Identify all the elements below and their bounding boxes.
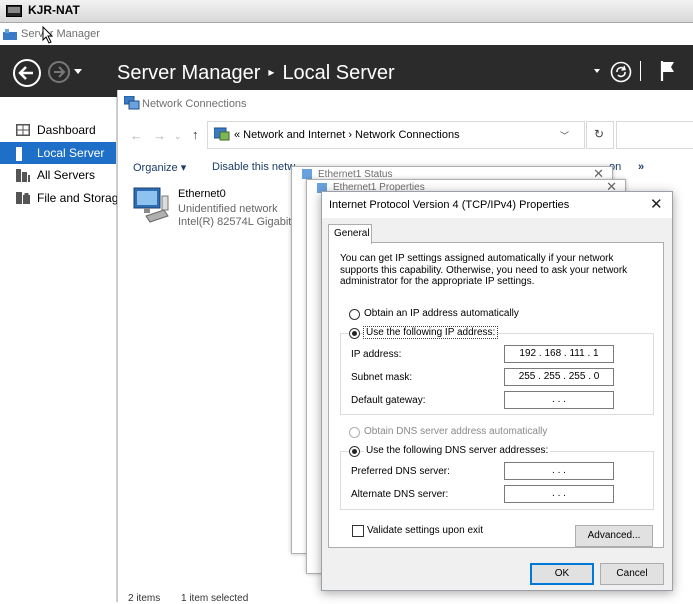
nc-up-arrow-icon[interactable]: ↑ xyxy=(192,127,199,142)
sidebar: Dashboard Local Server All Servers File … xyxy=(0,97,119,602)
sidebar-item-label: Local Server xyxy=(37,146,105,160)
server-manager-window-title: Server Manager xyxy=(21,28,100,40)
use-following-dns-radio[interactable] xyxy=(349,446,360,457)
refresh-icon[interactable] xyxy=(610,61,632,83)
status-selection: 1 item selected xyxy=(181,593,249,604)
breadcrumb-separator: ▸ xyxy=(268,65,275,79)
notifications-dropdown-icon[interactable] xyxy=(594,69,600,73)
sidebar-item-all-servers[interactable]: All Servers xyxy=(0,164,116,186)
obtain-ip-auto-radio[interactable] xyxy=(349,309,360,320)
validate-settings-checkbox[interactable] xyxy=(352,525,364,537)
history-dropdown-icon[interactable] xyxy=(74,69,82,74)
sidebar-item-label: All Servers xyxy=(37,168,96,182)
alternate-dns-field[interactable]: . . . xyxy=(504,485,614,503)
use-following-ip-label[interactable]: Use the following IP address: xyxy=(362,326,499,339)
nc-recent-dropdown-icon[interactable]: ⌄ xyxy=(174,131,182,142)
dashboard-icon xyxy=(16,124,30,136)
cancel-button[interactable]: Cancel xyxy=(600,563,664,585)
dialog-title-bar: Internet Protocol Version 4 (TCP/IPv4) P… xyxy=(322,192,672,218)
use-following-dns-label[interactable]: Use the following DNS server addresses: xyxy=(364,445,551,456)
dialog-title: Internet Protocol Version 4 (TCP/IPv4) P… xyxy=(329,199,570,211)
all-servers-icon xyxy=(16,169,30,182)
vm-title-bar: KJR-NAT xyxy=(0,0,693,23)
default-gateway-field[interactable]: . . . xyxy=(504,391,614,409)
notifications-flag-icon[interactable] xyxy=(660,60,676,82)
organize-menu-button[interactable]: Organize ▾ xyxy=(133,161,186,174)
sidebar-item-label: Dashboard xyxy=(37,123,96,137)
sidebar-item-file-storage[interactable]: File and Storag xyxy=(0,187,119,209)
adapter-name: Ethernet0 xyxy=(178,188,226,200)
obtain-dns-auto-radio xyxy=(349,427,360,438)
breadcrumb: Server Manager ▸ Local Server xyxy=(117,62,395,85)
network-connections-icon xyxy=(124,96,140,110)
address-dropdown-icon[interactable]: ﹀ xyxy=(560,129,569,142)
vm-console-icon xyxy=(6,5,22,17)
toolbar-overflow-button[interactable]: » xyxy=(638,161,644,173)
tab-general[interactable]: General xyxy=(328,224,372,244)
dialog-close-icon[interactable]: ✕ xyxy=(650,195,663,213)
status-dialog-icon xyxy=(302,169,312,179)
header-divider xyxy=(640,61,641,81)
server-manager-caption: Server Manager xyxy=(0,23,693,46)
general-tab-panel: You can get IP settings assigned automat… xyxy=(328,242,664,548)
network-adapter-icon xyxy=(132,186,172,226)
obtain-dns-auto-label: Obtain DNS server address automatically xyxy=(364,426,548,437)
alternate-dns-label: Alternate DNS server: xyxy=(351,489,449,500)
preferred-dns-field[interactable]: . . . xyxy=(504,462,614,480)
adapter-device: Intel(R) 82574L Gigabit N xyxy=(178,216,303,228)
subnet-mask-field[interactable]: 255 . 255 . 255 . 0 xyxy=(504,368,614,386)
nc-back-arrow-icon[interactable]: ← xyxy=(130,128,143,143)
ipv4-properties-dialog: Internet Protocol Version 4 (TCP/IPv4) P… xyxy=(321,191,673,591)
server-manager-app-icon xyxy=(3,29,17,40)
advanced-button[interactable]: Advanced... xyxy=(575,525,653,547)
validate-settings-label[interactable]: Validate settings upon exit xyxy=(367,525,483,536)
sidebar-item-local-server[interactable]: Local Server xyxy=(0,142,116,164)
network-connections-title: Network Connections xyxy=(142,98,247,110)
search-input[interactable] xyxy=(616,121,693,149)
control-panel-icon xyxy=(214,127,230,141)
nc-forward-arrow-icon[interactable]: → xyxy=(153,128,166,143)
refresh-address-button[interactable]: ↻ xyxy=(586,121,614,149)
mouse-cursor-icon xyxy=(42,26,54,44)
back-button[interactable] xyxy=(12,58,42,88)
ip-address-label: IP address: xyxy=(351,349,402,360)
file-storage-icon xyxy=(16,192,30,204)
address-bar[interactable]: « Network and Internet › Network Connect… xyxy=(207,121,585,149)
breadcrumb-current: Local Server xyxy=(282,62,395,84)
obtain-ip-auto-label[interactable]: Obtain an IP address automatically xyxy=(364,308,519,319)
use-following-ip-radio[interactable] xyxy=(349,328,360,339)
ok-button[interactable]: OK xyxy=(530,563,594,585)
address-path: « Network and Internet › Network Connect… xyxy=(234,129,460,141)
nc-refresh-icon: ↻ xyxy=(594,127,605,141)
forward-button[interactable] xyxy=(47,60,71,84)
ip-address-field[interactable]: 192 . 168 . 111 . 1 xyxy=(504,345,614,363)
adapter-status: Unidentified network xyxy=(178,203,278,215)
breadcrumb-root: Server Manager xyxy=(117,62,261,84)
status-item-count: 2 items xyxy=(128,593,161,604)
preferred-dns-label: Preferred DNS server: xyxy=(351,466,450,477)
tab-general-label: General xyxy=(334,228,370,239)
list-item-ethernet0[interactable]: Ethernet0 Unidentified network Intel(R) … xyxy=(132,186,302,228)
vm-title: KJR-NAT xyxy=(28,3,80,17)
sidebar-item-label: File and Storag xyxy=(37,191,119,205)
subnet-mask-label: Subnet mask: xyxy=(351,372,413,383)
local-server-icon xyxy=(16,147,22,161)
disable-network-device-button[interactable]: Disable this netw xyxy=(212,161,295,173)
default-gateway-label: Default gateway: xyxy=(351,395,426,406)
dialog-description: You can get IP settings assigned automat… xyxy=(340,253,628,287)
sidebar-item-dashboard[interactable]: Dashboard xyxy=(0,119,116,141)
